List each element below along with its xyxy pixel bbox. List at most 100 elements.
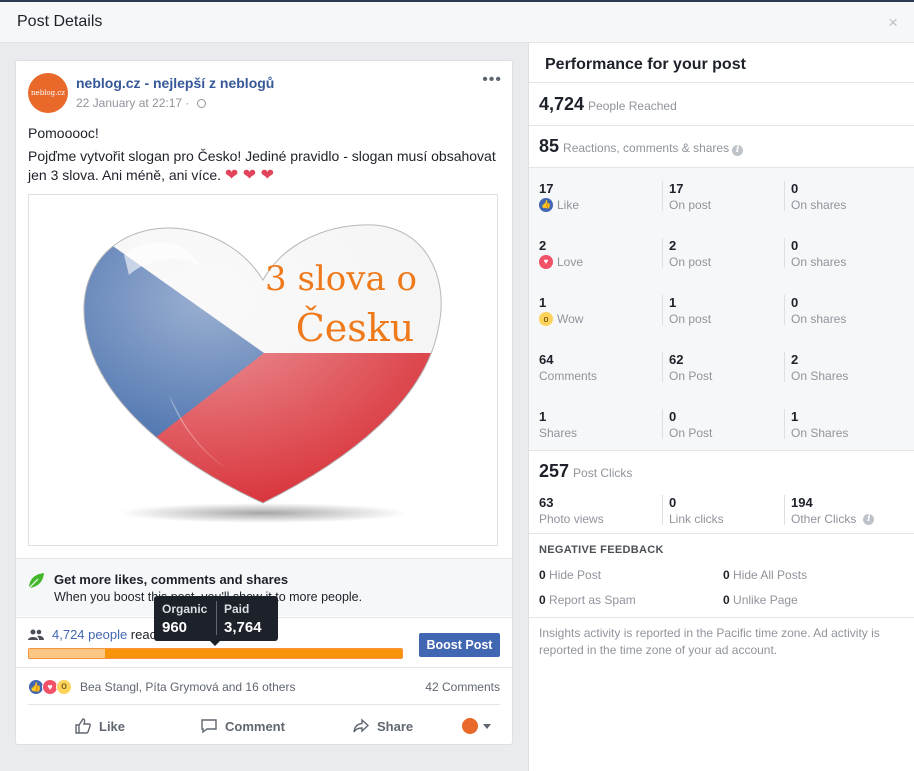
performance-title: Performance for your post [545,56,746,73]
post-timestamp[interactable]: 22 January at 22:17 · [76,96,206,110]
share-label: Share [377,718,414,734]
shares-on-post-value: 0 [669,409,677,424]
other-clicks-value: 194 [791,495,813,510]
tooltip-organic-value: 960 [162,619,188,636]
love-row: 2 ♥ Love 2 On post 0 On shares [529,224,914,281]
other-clicks-label-wrap: Other Clicks i [791,512,875,526]
post-text-line1: Pomooooc! [28,125,99,141]
people-reached-stat: 4,724 People Reached [539,94,677,115]
hide-all-value: 0 [723,568,730,582]
post-clicks-label: Post Clicks [573,466,633,480]
comment-button[interactable]: Comment [200,717,285,735]
post-image[interactable]: 3 slova o Česku [28,194,498,546]
like-label: Like [99,718,126,734]
chevron-down-icon[interactable] [483,724,491,729]
comment-count[interactable]: 42 Comments [425,680,500,694]
like-on-post-value: 17 [669,181,684,196]
wow-reaction-icon: o [56,679,72,695]
photo-views-value: 63 [539,495,554,510]
reaction-names[interactable]: Bea Stangl, Píta Grymová and 16 others [80,680,295,694]
people-reached-label: People Reached [588,99,677,113]
wow-on-post-value: 1 [669,295,677,310]
comment-label: Comment [225,718,285,734]
love-total: 2 ♥ Love [539,238,583,269]
photo-views: 63 Photo views [539,495,604,526]
tooltip-paid: Paid 3,764 [224,602,262,636]
tooltip-paid-label: Paid [224,602,250,616]
hide-post-stat: 0 Hide Post [539,568,601,582]
spam-label: Report as Spam [549,593,636,607]
wow-on-shares-label: On shares [791,312,847,326]
more-options-icon[interactable]: ••• [482,71,502,89]
shares-on-shares-label: On Shares [791,426,849,440]
people-icon [28,629,44,640]
tooltip-organic-label: Organic [162,602,208,616]
like-on-post: 17 On post [662,181,711,212]
divider [529,82,914,83]
share-button[interactable]: Share [352,717,413,735]
info-icon[interactable]: i [732,145,744,156]
tooltip-organic: Organic 960 [162,602,207,636]
clicks-breakdown: 63 Photo views 0 Link clicks 194 Other C… [529,489,914,531]
post-clicks-value: 257 [539,461,570,481]
divider [529,125,914,126]
post-clicks-stat: 257 Post Clicks [539,461,632,482]
unlike-value: 0 [723,593,730,607]
wow-on-shares-value: 0 [791,295,799,310]
wow-total: 1 o Wow [539,295,583,326]
boost-title: Get more likes, comments and shares [54,572,289,587]
info-icon[interactable]: i [863,513,875,525]
unlike-label: Unlike Page [733,593,798,607]
engagement-breakdown: 17 👍 Like 17 On post 0 On shares 2 ♥ Love … [529,167,914,451]
heart-emojis: ❤ ❤ ❤ [224,167,274,184]
link-clicks: 0 Link clicks [662,495,724,526]
dialog-header: Post Details × [0,2,914,43]
reach-bar[interactable] [28,648,403,659]
divider [529,533,914,534]
other-clicks: 194 Other Clicks i [784,495,875,526]
comments-row: 64 Comments 62 On Post 2 On Shares [529,338,914,395]
shares-total: 1 Shares [539,409,577,440]
reactions-row: 👍 ♥ o Bea Stangl, Píta Grymová and 16 ot… [16,667,512,703]
like-button[interactable]: Like [74,717,125,735]
love-on-shares-value: 0 [791,238,799,253]
engagement-value: 85 [539,136,560,156]
thumbs-up-icon [75,718,91,734]
page-avatar[interactable]: neblog.cz [28,73,68,113]
date-separator: · [185,96,190,110]
love-on-post-value: 2 [669,238,677,253]
comments-total-label: Comments [539,369,598,383]
people-reached-value: 4,724 [539,94,585,114]
like-total-label: Like [557,198,580,212]
close-icon[interactable]: × [888,13,898,33]
timezone-footnote: Insights activity is reported in the Pac… [539,626,880,657]
shares-on-shares: 1 On Shares [784,409,849,440]
like-on-shares-label: On shares [791,198,847,212]
love-on-post: 2 On post [662,238,711,269]
comments-on-post: 62 On Post [662,352,712,383]
comments-total: 64 Comments [539,352,597,383]
love-total-label: Love [557,255,584,269]
image-caption-line2: Česku [296,306,415,350]
comments-on-shares-label: On Shares [791,369,849,383]
shares-total-label: Shares [539,426,578,440]
comment-icon [201,719,217,734]
comments-on-post-value: 62 [669,352,684,367]
like-icon: 👍 [539,198,553,212]
wow-total-label: Wow [557,312,584,326]
page-name-link[interactable]: neblog.cz - nejlepší z neblogů [76,75,274,91]
people-reached-link[interactable]: 4,724 people [52,627,127,642]
actor-avatar[interactable] [462,718,478,734]
shares-on-post-label: On Post [669,426,713,440]
reach-tooltip: Organic 960 Paid 3,764 [154,596,278,646]
negative-feedback-title: NEGATIVE FEEDBACK [539,544,664,556]
wow-on-post-label: On post [669,312,712,326]
wow-icon: o [539,312,553,326]
like-on-shares-value: 0 [791,181,799,196]
link-clicks-label: Link clicks [669,512,724,526]
comments-on-shares: 2 On Shares [784,352,849,383]
shares-total-value: 1 [539,409,547,424]
boost-post-button[interactable]: Boost Post [419,633,500,657]
love-icon: ♥ [539,255,553,269]
unlike-page-stat: 0 Unlike Page [723,593,798,607]
